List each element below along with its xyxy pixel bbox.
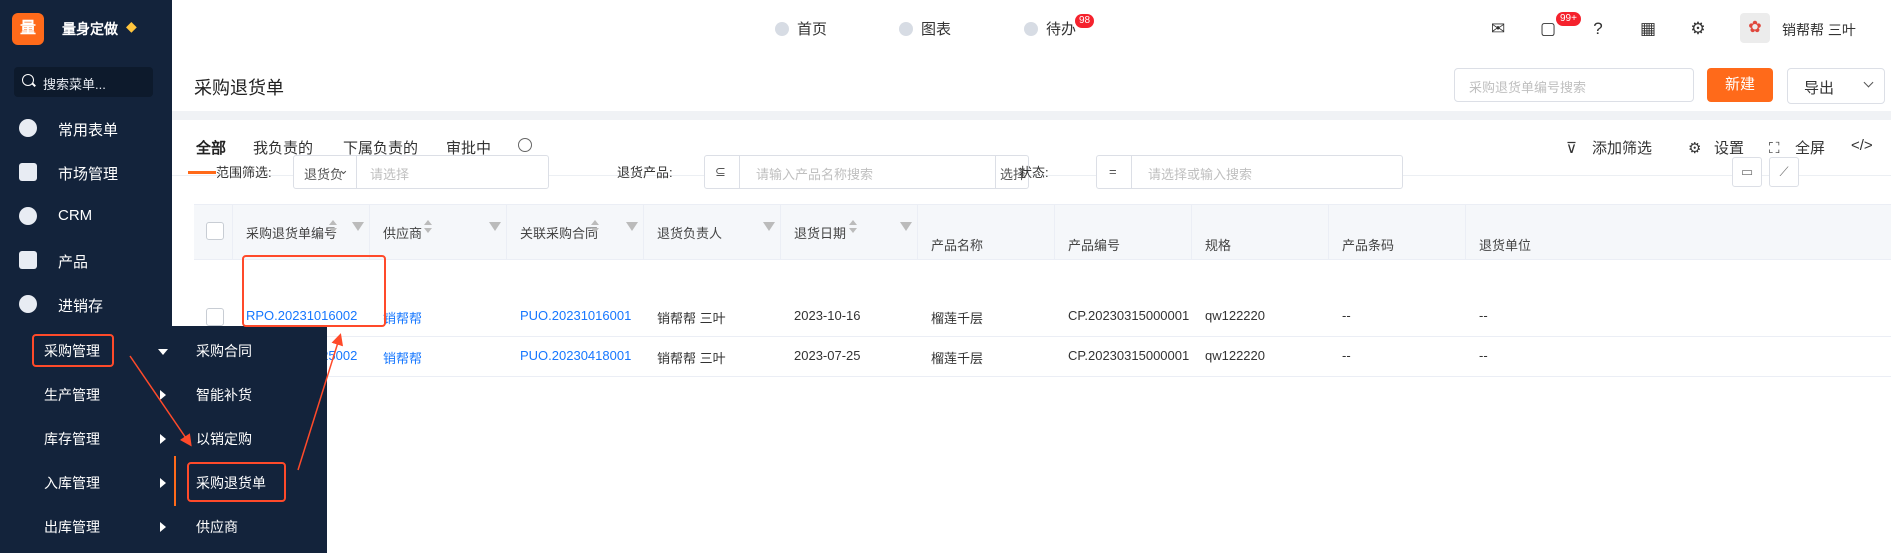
arrow-to-order-column (297, 333, 344, 471)
annotation-arrows (129, 333, 344, 471)
arrow-to-return-order (129, 355, 192, 447)
